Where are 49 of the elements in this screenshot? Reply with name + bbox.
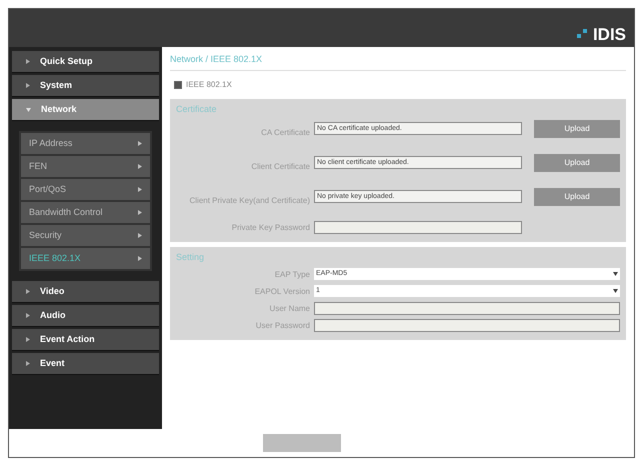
caret-right-icon: [138, 164, 142, 169]
submenu-item[interactable]: Bandwidth Control: [21, 202, 150, 223]
checkbox-label: IEEE 802.1X: [186, 78, 232, 90]
input-field[interactable]: [314, 318, 620, 332]
caret-right-icon: [26, 337, 30, 342]
caret-down-icon: [26, 108, 31, 112]
submenu-item[interactable]: FEN: [21, 156, 150, 177]
menu-item[interactable]: Video: [12, 281, 159, 303]
submenu-item[interactable]: IEEE 802.1X: [21, 248, 150, 269]
logo: IDIS: [592, 26, 626, 43]
caret-right-icon: [138, 256, 142, 261]
breadcrumb: Network / IEEE 802.1X: [170, 47, 626, 70]
menu-item[interactable]: System: [12, 75, 159, 97]
caret-right-icon: [26, 361, 30, 366]
upload-button[interactable]: Upload: [534, 154, 620, 172]
field-label: User Password: [254, 320, 310, 330]
submenu-item[interactable]: Security: [21, 225, 150, 246]
field-label: Client Private Key(and Certificate): [188, 195, 310, 206]
submenu-item[interactable]: IP Address: [21, 133, 150, 154]
section-title: Setting: [176, 251, 204, 264]
caret-right-icon: [26, 313, 30, 318]
field-label: Private Key Password: [230, 222, 310, 233]
input-field[interactable]: [314, 221, 522, 234]
caret-down-icon: [613, 288, 618, 292]
field-label: EAPOL Version: [254, 286, 310, 296]
section-title: Certificate: [176, 102, 217, 116]
upload-button[interactable]: Upload: [534, 188, 620, 206]
field-label: User Name: [268, 302, 310, 314]
menu-item[interactable]: Audio: [12, 305, 159, 327]
menu-item[interactable]: Quick Setup: [12, 51, 159, 73]
input-field[interactable]: [314, 302, 620, 314]
checkbox[interactable]: [174, 80, 182, 88]
field-label: EAP Type: [274, 268, 310, 280]
caret-right-icon: [138, 141, 142, 146]
caret-right-icon: [138, 187, 142, 192]
caret-right-icon: [26, 59, 30, 64]
field-label: Client Certificate: [250, 161, 310, 172]
caret-right-icon: [138, 210, 142, 215]
menu-item[interactable]: Event Action: [12, 329, 159, 351]
caret-right-icon: [26, 289, 30, 294]
caret-down-icon: [613, 272, 618, 276]
submenu-item[interactable]: Port/QoS: [21, 179, 150, 200]
menu-item[interactable]: Network: [12, 99, 159, 121]
caret-right-icon: [26, 83, 30, 88]
field-label: CA Certificate: [260, 127, 310, 138]
menu-item[interactable]: Event: [12, 353, 159, 375]
caret-right-icon: [138, 233, 142, 238]
logo-icon: [576, 28, 589, 40]
upload-button[interactable]: Upload: [534, 120, 620, 138]
